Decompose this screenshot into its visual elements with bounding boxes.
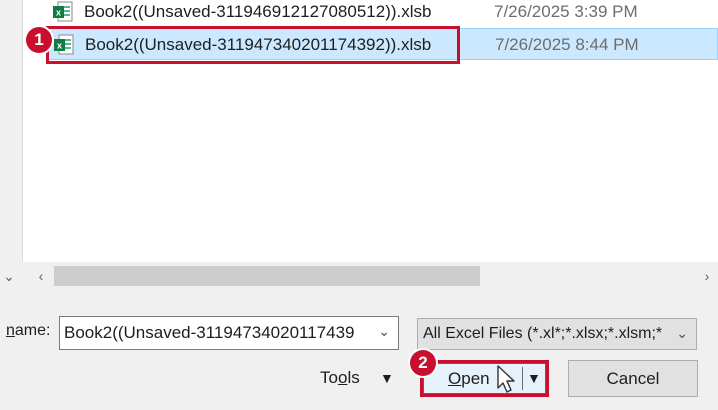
highlight-box-file <box>46 26 460 64</box>
tools-button[interactable]: Tools <box>320 368 360 388</box>
file-type-select[interactable]: All Excel Files (*.xl*;*.xlsx;*.xlsm;* ⌄ <box>417 318 697 350</box>
step-badge-1: 1 <box>26 27 52 53</box>
horizontal-scrollbar[interactable]: ⌄ ‹ › <box>0 262 718 290</box>
step-badge-2: 2 <box>410 350 436 376</box>
file-list-pane[interactable]: x Book2((Unsaved-311946912127080512)).xl… <box>0 0 718 290</box>
file-name: Book2((Unsaved-311946912127080512)).xlsb <box>84 2 432 21</box>
file-name-input[interactable]: Book2((Unsaved-3119473402011743​9 ⌄ <box>59 316 399 350</box>
file-name-value: Book2((Unsaved-3119473402011743​9 <box>64 323 355 342</box>
file-date: 7/26/2025 8:44 PM <box>495 35 639 54</box>
svg-text:x: x <box>56 8 61 18</box>
chevron-down-icon[interactable]: ⌄ <box>378 323 390 340</box>
navigation-pane-edge <box>0 0 23 262</box>
scroll-right-icon[interactable]: › <box>698 266 716 286</box>
cancel-button[interactable]: Cancel <box>568 360 698 397</box>
chevron-down-icon[interactable]: ⌄ <box>676 325 688 342</box>
scroll-thumb[interactable] <box>54 266 480 286</box>
file-row[interactable]: x Book2((Unsaved-311946912127080512)).xl… <box>48 0 718 28</box>
excel-file-icon: x <box>53 1 73 22</box>
file-date: 7/26/2025 3:39 PM <box>494 2 638 21</box>
caret-down-icon[interactable]: ▼ <box>380 370 394 386</box>
chevron-down-icon[interactable]: ⌄ <box>0 266 18 286</box>
scroll-left-icon[interactable]: ‹ <box>32 266 50 286</box>
file-name-label: name: <box>6 322 51 339</box>
file-type-value: All Excel Files (*.xl*;*.xlsx;*.xlsm;* <box>423 325 663 342</box>
highlight-box-open <box>420 360 549 397</box>
cancel-button-label: Cancel <box>606 369 660 388</box>
